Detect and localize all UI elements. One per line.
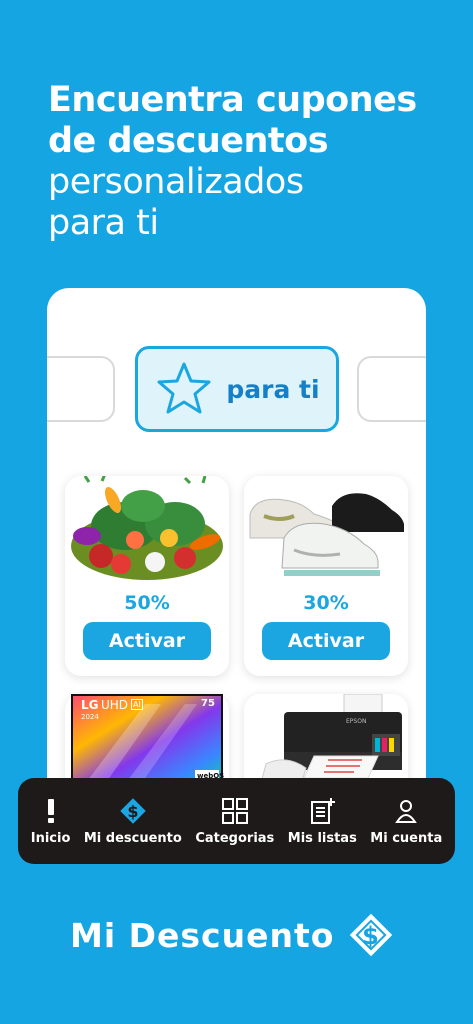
tab-para-ti[interactable]: para ti [135, 346, 339, 432]
svg-text:$: $ [127, 802, 138, 821]
tv-model: UHD [101, 698, 129, 712]
headline-line-2: de descuentos [48, 121, 329, 161]
vegetables-image [71, 476, 223, 580]
nav-label: Inicio [30, 830, 71, 846]
nav-item-mis-listas[interactable]: Mis listas [288, 797, 357, 846]
activate-button[interactable]: Activar [83, 622, 211, 660]
exclamation-icon [47, 798, 54, 823]
product-card-vegetables[interactable]: 50% Activar [65, 476, 229, 676]
nav-label: Mis listas [287, 830, 357, 846]
activate-button[interactable]: Activar [262, 622, 390, 660]
nav-label: Mi cuenta [370, 830, 443, 846]
grid-icon [221, 797, 248, 824]
nav-item-categorias[interactable]: Categorias [195, 797, 274, 846]
tab-next[interactable] [357, 356, 426, 422]
product-card-sneakers[interactable]: 30% Activar [244, 476, 408, 676]
brand-name: Mi Descuento [70, 915, 335, 955]
list-add-icon [311, 797, 336, 824]
tv-ai-badge: AI [131, 699, 143, 710]
discount-percent: 30% [303, 592, 349, 614]
nav-label: Categorias [195, 830, 275, 846]
svg-text:$: $ [363, 922, 381, 950]
headline-line-3: personalizados [48, 162, 304, 202]
nav-item-mi-descuento[interactable]: $ Mi descuento [84, 797, 182, 846]
tv-year: 2024 [81, 713, 99, 721]
person-icon [395, 799, 418, 823]
discount-percent: 50% [124, 592, 170, 614]
star-icon [157, 362, 211, 414]
discount-tag-icon: $ [350, 913, 393, 957]
bottom-navigation: Inicio $ Mi descuento Categorias Mis lis… [18, 778, 455, 864]
tv-brand: LG [81, 698, 99, 712]
tab-label: para ti [226, 374, 320, 404]
discount-tag-icon: $ [120, 797, 146, 824]
nav-item-inicio[interactable]: Inicio [30, 797, 71, 846]
sneakers-image [249, 493, 404, 576]
tab-previous[interactable] [47, 356, 115, 422]
brand-logo: Mi Descuento $ [70, 910, 394, 960]
nav-item-mi-cuenta[interactable]: Mi cuenta [370, 797, 442, 846]
headline-line-1: Encuentra cupones [48, 80, 417, 120]
phone-screen: para ti 50% Activar 30% Activar LG UHD A… [47, 288, 426, 828]
headline: Encuentra cupones de descuentos personal… [48, 80, 458, 244]
nav-label: Mi descuento [83, 830, 182, 846]
printer-brand: EPSON [346, 718, 367, 725]
category-tabs: para ti [47, 344, 426, 434]
tv-size: 75 [201, 698, 215, 709]
headline-line-4: para ti [48, 203, 159, 243]
